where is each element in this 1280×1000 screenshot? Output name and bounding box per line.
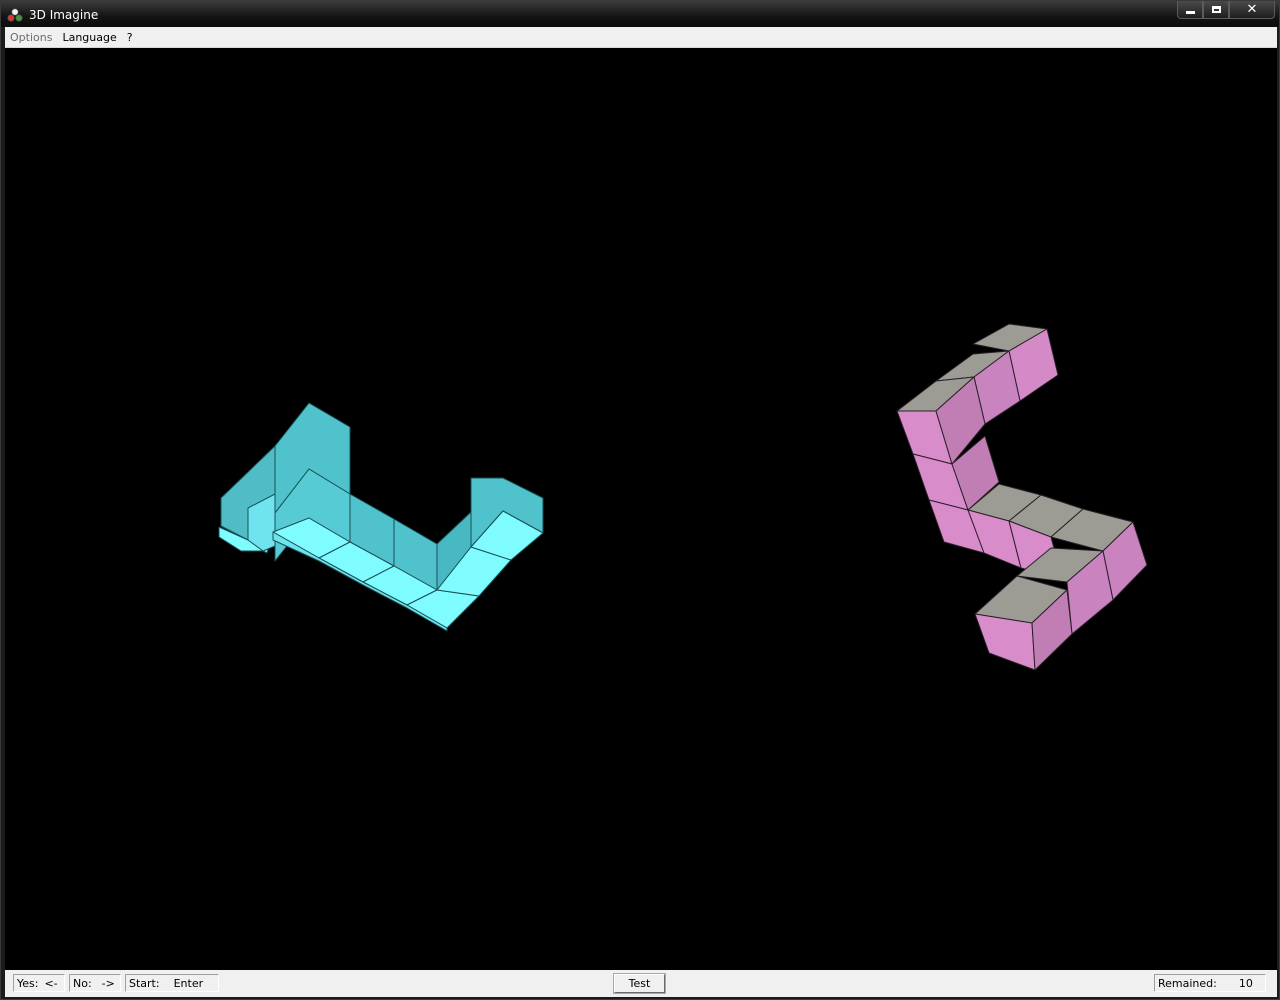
left-shape: [218, 402, 544, 632]
right-shape-cube: [974, 613, 1036, 671]
status-bar: Yes: <- No: -> Start: Enter Test Remaine…: [5, 970, 1277, 997]
minimize-icon: [1185, 11, 1195, 14]
yes-shortcut: Yes: <-: [13, 974, 65, 992]
app-icon: [7, 8, 23, 22]
close-button[interactable]: ✕: [1229, 1, 1275, 19]
scene-canvas: [218, 323, 1148, 671]
maximize-button[interactable]: [1203, 1, 1229, 19]
maximize-icon: [1211, 6, 1221, 13]
remained-label: Remained:: [1158, 976, 1217, 990]
no-key: ->: [101, 976, 115, 990]
right-shape: [896, 323, 1148, 671]
menu-help[interactable]: ?: [122, 31, 138, 44]
window-controls: ✕: [1177, 1, 1275, 20]
remained-value: 10: [1238, 976, 1253, 990]
remained-counter: Remained: 10: [1154, 974, 1266, 992]
menu-bar: Options Language ?: [5, 27, 1277, 48]
close-icon: ✕: [1246, 2, 1258, 17]
yes-key: <-: [44, 976, 58, 990]
3d-viewport[interactable]: [5, 48, 1277, 970]
start-shortcut: Start: Enter: [125, 974, 219, 992]
no-label: No:: [73, 976, 92, 990]
minimize-button[interactable]: [1177, 1, 1203, 19]
app-window: 3D Imagine ✕ Options Language ? Yes: <- …: [0, 0, 1280, 1000]
window-title: 3D Imagine: [29, 8, 99, 22]
title-bar[interactable]: 3D Imagine ✕: [1, 1, 1279, 27]
start-label: Start:: [129, 976, 160, 990]
menu-options[interactable]: Options: [5, 31, 57, 44]
menu-language[interactable]: Language: [57, 31, 121, 44]
no-shortcut: No: ->: [69, 974, 121, 992]
test-button[interactable]: Test: [613, 973, 666, 994]
yes-label: Yes:: [17, 976, 39, 990]
start-key: Enter: [173, 976, 204, 990]
